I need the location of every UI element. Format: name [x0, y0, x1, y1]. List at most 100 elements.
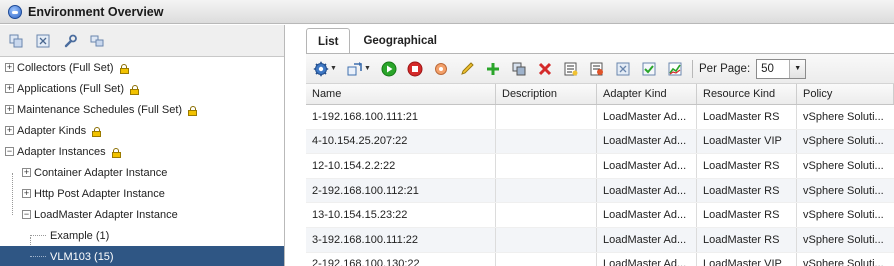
cell-resource-kind: LoadMaster RS [697, 178, 797, 203]
cell-policy: vSphere Soluti... [803, 258, 884, 266]
table-row[interactable]: 2-192.168.100.130:22 LoadMaster Ad... Lo… [306, 252, 894, 266]
tree-item-label: Example (1) [50, 229, 110, 242]
lock-icon [119, 63, 129, 74]
cell-name: 2-192.168.100.112:21 [306, 178, 496, 203]
tree-item-label: Applications (Full Set) [17, 82, 124, 95]
properties-edit-icon[interactable] [588, 60, 606, 78]
inventory-tree: + Collectors (Full Set) + Applications (… [0, 57, 284, 266]
expand-plus-icon[interactable]: + [5, 105, 14, 114]
cell-adapter-kind: LoadMaster Ad... [597, 154, 697, 178]
cell-name: 4-10.154.25.207:22 [306, 129, 496, 154]
tree-connector [30, 235, 46, 236]
expand-plus-icon[interactable]: + [5, 84, 14, 93]
cell-name: 1-192.168.100.111:21 [306, 105, 496, 129]
tree-item-http-post-adapter-instance[interactable]: + Http Post Adapter Instance [0, 183, 284, 204]
expand-plus-icon[interactable]: + [22, 168, 31, 177]
tree-item-adapter-kinds[interactable]: + Adapter Kinds [0, 120, 284, 141]
cell-resource-kind: LoadMaster RS [697, 105, 797, 129]
tree-item-vlm103[interactable]: VLM103 (15) [0, 246, 284, 266]
tree-item-applications[interactable]: + Applications (Full Set) [0, 78, 284, 99]
column-header-name[interactable]: Name [306, 84, 496, 104]
properties-icon[interactable] [562, 60, 580, 78]
cell-description [496, 203, 597, 227]
cell-resource-kind: LoadMaster VIP [697, 252, 797, 266]
expand-plus-icon[interactable]: + [5, 126, 14, 135]
tree-item-adapter-instances[interactable]: − Adapter Instances [0, 141, 284, 162]
column-header-resource-kind[interactable]: Resource Kind [697, 84, 797, 104]
lock-icon [92, 126, 102, 137]
table-row[interactable]: 1-192.168.100.111:21 LoadMaster Ad... Lo… [306, 105, 894, 130]
title-bar: Environment Overview [0, 0, 894, 24]
cell-resource-kind: LoadMaster VIP [697, 129, 797, 154]
cell-adapter-kind: LoadMaster Ad... [597, 178, 697, 203]
cell-policy: vSphere Soluti... [803, 110, 884, 123]
chevron-down-icon[interactable]: ▼ [789, 59, 806, 78]
per-page-value: 50 [761, 62, 774, 75]
cell-description [496, 227, 597, 252]
column-header-adapter-kind[interactable]: Adapter Kind [597, 84, 697, 104]
stop-collecting-icon[interactable] [406, 60, 424, 78]
lock-icon [111, 147, 121, 158]
table-row[interactable]: 13-10.154.15.23:22 LoadMaster Ad... Load… [306, 203, 894, 228]
view-tabs: List Geographical [306, 28, 450, 54]
environment-globe-icon [8, 4, 22, 19]
column-header-description[interactable]: Description [496, 84, 597, 104]
cell-policy: vSphere Soluti... [803, 184, 884, 197]
tree-item-label: Adapter Instances [17, 145, 106, 158]
expand-plus-icon[interactable]: + [22, 189, 31, 198]
chevron-down-icon[interactable]: ▼ [364, 65, 371, 72]
settings-gear-icon[interactable]: ▼ [312, 60, 338, 78]
table-row[interactable]: 3-192.168.100.111:22 LoadMaster Ad... Lo… [306, 227, 894, 253]
lock-icon [130, 84, 139, 95]
hide-icon[interactable] [614, 60, 632, 78]
wrench-icon[interactable] [62, 33, 78, 49]
collapse-minus-icon[interactable]: − [22, 210, 31, 219]
tree-item-label: VLM103 (15) [50, 250, 114, 263]
clone-icon[interactable] [510, 60, 528, 78]
maintenance-icon[interactable] [432, 60, 450, 78]
relationship-icon[interactable]: ▼ [346, 60, 372, 78]
cell-adapter-kind: LoadMaster Ad... [597, 105, 697, 129]
check-icon[interactable] [640, 60, 658, 78]
delete-x-icon[interactable] [536, 60, 554, 78]
cell-policy: vSphere Soluti... [803, 233, 884, 246]
cell-description [496, 154, 597, 178]
tree-item-container-adapter-instance[interactable]: + Container Adapter Instance [0, 162, 284, 183]
per-page-label: Per Page: [699, 62, 751, 75]
tab-geographical[interactable]: Geographical [352, 28, 448, 53]
tree-item-label: Container Adapter Instance [34, 166, 168, 179]
expand-icon[interactable] [8, 33, 24, 49]
edit-pencil-icon[interactable] [458, 60, 476, 78]
cell-policy: vSphere Soluti... [803, 159, 884, 172]
chart-icon[interactable] [666, 60, 684, 78]
tree-item-label: Http Post Adapter Instance [34, 187, 165, 200]
cell-description [496, 105, 597, 129]
expand-plus-icon[interactable]: + [5, 63, 14, 72]
cell-resource-kind: LoadMaster RS [697, 154, 797, 178]
tree-item-label: Collectors (Full Set) [17, 61, 114, 74]
tree-item-example[interactable]: Example (1) [0, 225, 284, 246]
chevron-down-icon[interactable]: ▼ [330, 65, 337, 72]
cell-resource-kind: LoadMaster RS [697, 203, 797, 227]
lock-icon [188, 105, 198, 116]
tree-item-loadmaster-adapter-instance[interactable]: − LoadMaster Adapter Instance [0, 204, 284, 225]
column-header-policy[interactable]: Policy [797, 84, 894, 104]
table-row[interactable]: 2-192.168.100.112:21 LoadMaster Ad... Lo… [306, 178, 894, 204]
cell-name: 13-10.154.15.23:22 [306, 203, 496, 227]
tree-item-collectors[interactable]: + Collectors (Full Set) [0, 57, 284, 78]
tree-connector [30, 256, 46, 257]
cell-description [496, 129, 597, 154]
cell-name: 2-192.168.100.130:22 [306, 252, 496, 266]
cell-adapter-kind: LoadMaster Ad... [597, 203, 697, 227]
collapse-minus-icon[interactable]: − [5, 147, 14, 156]
add-plus-icon[interactable] [484, 60, 502, 78]
start-collecting-icon[interactable] [380, 60, 398, 78]
collapse-icon[interactable] [35, 33, 51, 49]
tree-item-maintenance-schedules[interactable]: + Maintenance Schedules (Full Set) [0, 99, 284, 120]
per-page-select[interactable]: 50 ▼ [756, 58, 807, 79]
table-row[interactable]: 12-10.154.2.2:22 LoadMaster Ad... LoadMa… [306, 154, 894, 179]
toolbar-separator [692, 59, 693, 78]
table-row[interactable]: 4-10.154.25.207:22 LoadMaster Ad... Load… [306, 129, 894, 155]
group-icon[interactable] [89, 33, 105, 49]
tab-list[interactable]: List [306, 28, 351, 54]
